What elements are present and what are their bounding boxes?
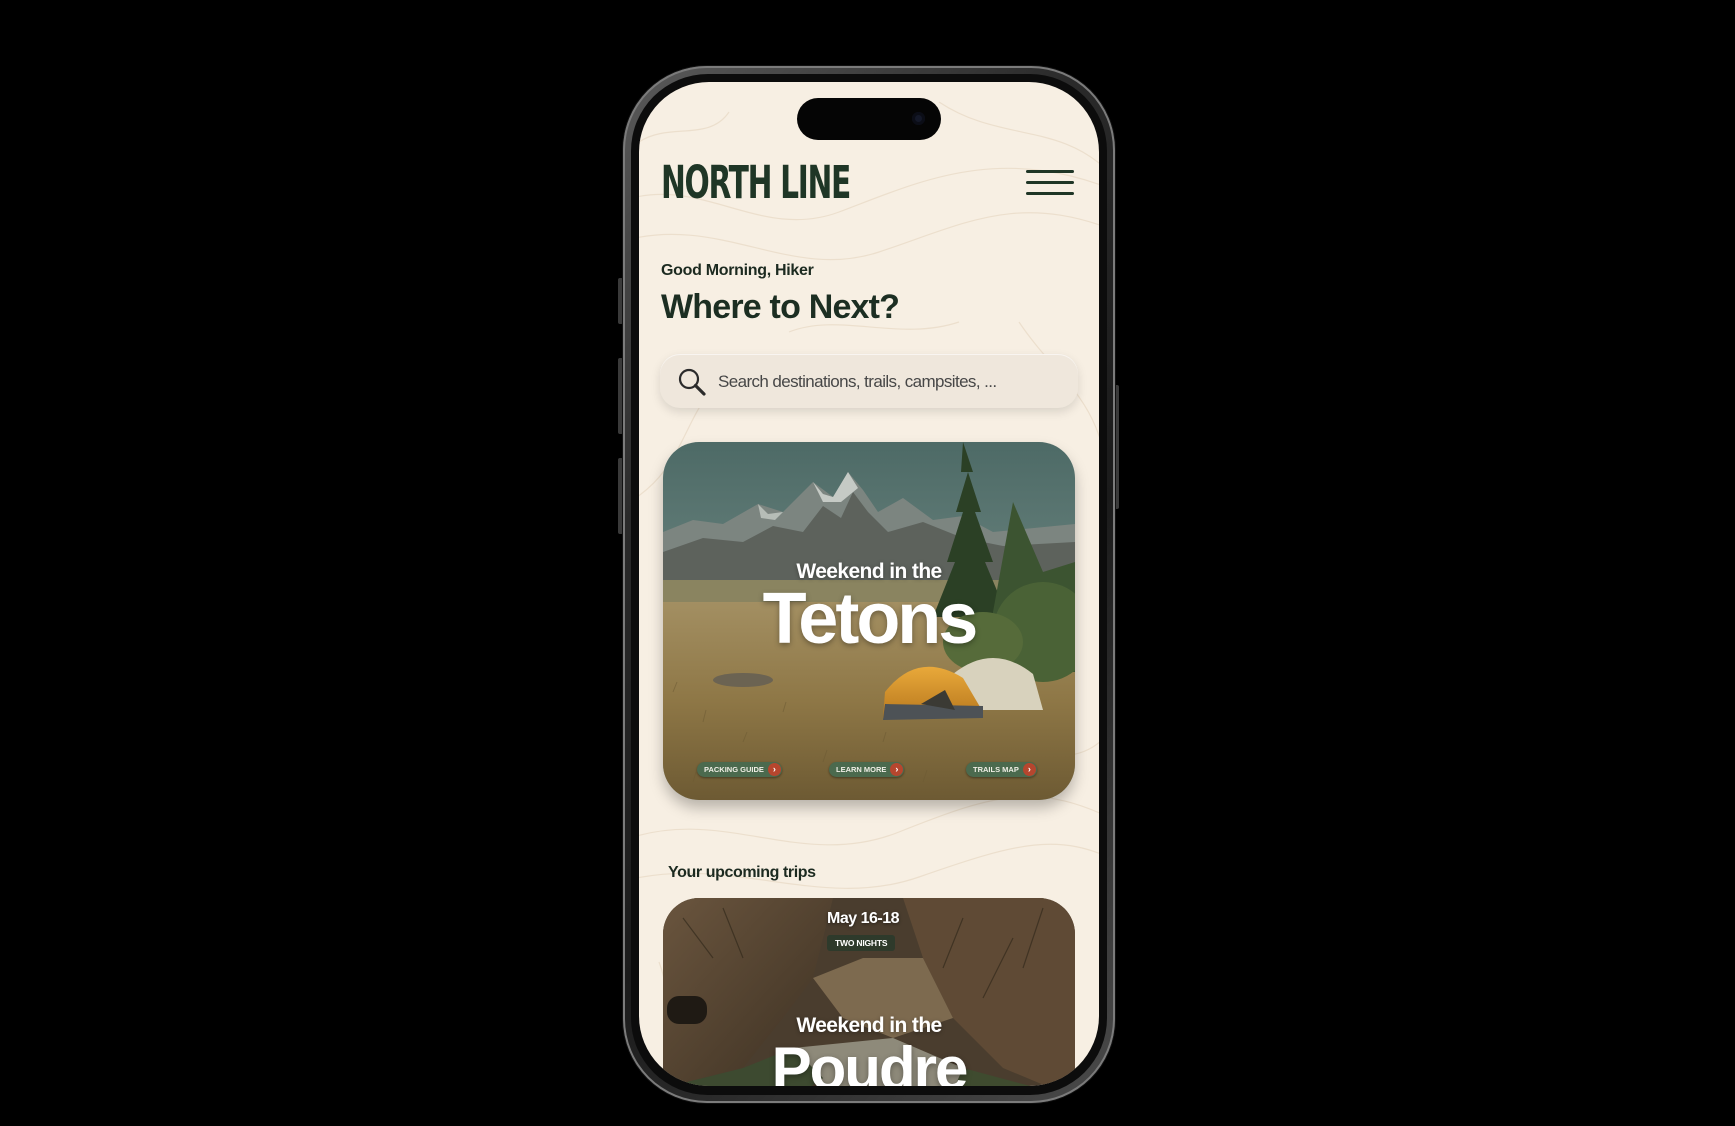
greeting-text: Good Morning, Hiker <box>661 262 814 279</box>
featured-trip-card[interactable]: Weekend in the Tetons PACKING GUIDE › LE… <box>663 442 1075 800</box>
hamburger-menu-icon[interactable] <box>1026 168 1076 198</box>
chevron-right-icon: › <box>1022 763 1036 776</box>
trails-map-button[interactable]: TRAILS MAP › <box>966 762 1037 777</box>
front-camera-icon <box>912 112 925 125</box>
trip-date: May 16-18 <box>827 910 900 927</box>
featured-card-title: Tetons <box>762 579 979 659</box>
upcoming-trips-heading: Your upcoming trips <box>668 864 816 881</box>
search-icon <box>678 368 706 396</box>
search-bar[interactable] <box>660 354 1078 408</box>
learn-more-label: LEARN MORE <box>836 765 887 774</box>
trip-card-title: Poudre <box>771 1035 969 1086</box>
packing-guide-label: PACKING GUIDE <box>704 765 764 774</box>
search-input[interactable] <box>716 367 1060 397</box>
trails-map-label: TRAILS MAP <box>973 765 1019 774</box>
trip-duration-badge: TWO NIGHTS <box>827 935 896 951</box>
brand-logo: NORTH LINE <box>661 156 851 209</box>
chevron-right-icon: › <box>890 763 904 776</box>
packing-guide-button[interactable]: PACKING GUIDE › <box>697 762 782 777</box>
page-headline: Where to Next? <box>661 288 900 326</box>
upcoming-trip-card[interactable]: May 16-18 TWO NIGHTS Weekend in the Poud… <box>663 898 1075 1086</box>
device-stage: NORTH LINE Good Morning, Hiker Where to … <box>0 0 1735 1126</box>
app-screen: NORTH LINE Good Morning, Hiker Where to … <box>639 82 1099 1086</box>
learn-more-button[interactable]: LEARN MORE › <box>829 762 905 777</box>
dynamic-island <box>797 98 941 140</box>
chevron-right-icon: › <box>767 763 781 776</box>
